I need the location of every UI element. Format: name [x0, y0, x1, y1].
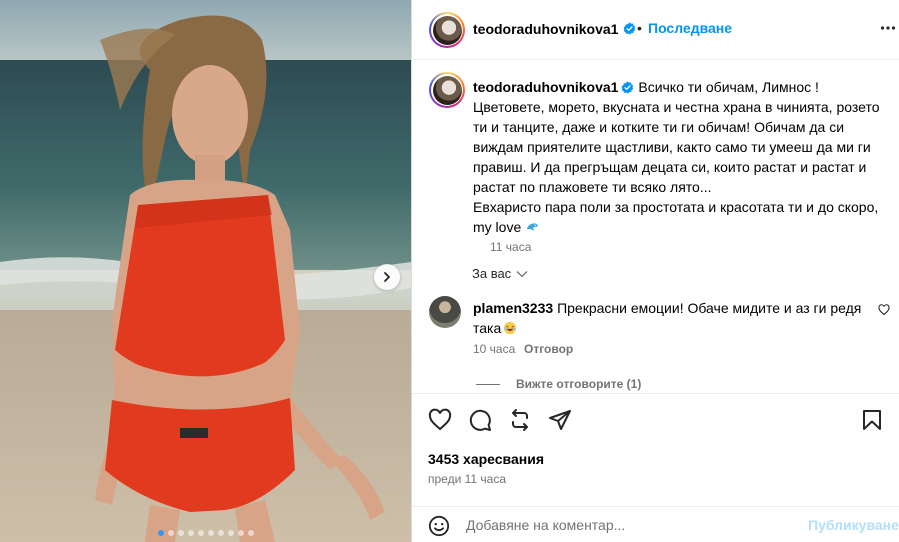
reply-button[interactable]: Отговор — [524, 342, 573, 356]
next-slide-button[interactable] — [374, 264, 400, 290]
replies-line — [476, 383, 500, 385]
beach-photo-image — [0, 0, 411, 542]
author-avatar[interactable] — [429, 12, 465, 48]
follow-button[interactable]: Последване — [648, 20, 732, 36]
share-send-icon[interactable] — [548, 408, 572, 432]
carousel-dot — [157, 530, 164, 536]
post-timestamp[interactable]: преди 11 часа — [428, 472, 506, 486]
instagram-post: teodoraduhovnikova1 • Последване teodora… — [0, 0, 899, 542]
carousel-dot — [177, 530, 184, 536]
carousel-dot — [197, 530, 204, 536]
verified-badge-icon — [622, 81, 634, 94]
laughing-emoji-icon — [504, 321, 517, 335]
post-photo[interactable] — [0, 0, 411, 542]
caption-body: teodoraduhovnikova1 Всичко ти обичам, Ли… — [473, 77, 889, 237]
commenter-avatar[interactable] — [429, 296, 461, 328]
like-comment-heart-icon[interactable] — [878, 304, 890, 316]
save-bookmark-icon[interactable] — [860, 408, 884, 432]
comment-timestamp[interactable]: 10 часа — [473, 342, 515, 356]
post-comment-button[interactable]: Публикуване — [808, 517, 899, 533]
caption-author-avatar[interactable] — [429, 72, 465, 108]
comments-area[interactable]: teodoraduhovnikova1 Всичко ти обичам, Ли… — [412, 61, 899, 393]
for-you-filter[interactable]: За вас — [472, 266, 528, 281]
carousel-dot — [167, 530, 174, 536]
likes-count[interactable]: 3453 харесвания — [428, 451, 544, 467]
post-header: teodoraduhovnikova1 • Последване — [412, 0, 899, 60]
verified-badge-icon — [623, 22, 636, 35]
add-comment-bar: Публикуване — [412, 506, 899, 542]
more-options-icon[interactable] — [880, 20, 896, 36]
carousel-dots — [0, 530, 411, 536]
carousel-dot — [237, 530, 244, 536]
view-replies-button[interactable]: Вижте отговорите (1) — [476, 377, 641, 391]
carousel-dot — [247, 530, 254, 536]
caption-text: Всичко ти обичам, Лимнос ! Цветовете, мо… — [473, 79, 880, 235]
carousel-dot — [217, 530, 224, 536]
caption-timestamp[interactable]: 11 часа — [490, 240, 531, 254]
caption-username[interactable]: teodoraduhovnikova1 — [473, 79, 618, 95]
dolphin-emoji-icon — [526, 223, 538, 231]
comment-input[interactable] — [466, 517, 786, 533]
carousel-dot — [187, 530, 194, 536]
commenter-username[interactable]: plamen3233 — [473, 300, 553, 316]
emoji-smiley-icon[interactable] — [428, 515, 450, 537]
carousel-dot — [227, 530, 234, 536]
carousel-dot — [207, 530, 214, 536]
chevron-down-icon — [516, 270, 528, 277]
chevron-right-icon — [384, 272, 390, 282]
separator-dot: • — [637, 20, 642, 36]
repost-icon[interactable] — [508, 408, 532, 432]
post-side-panel: teodoraduhovnikova1 • Последване teodora… — [411, 0, 899, 542]
for-you-label: За вас — [472, 266, 512, 281]
view-replies-label: Вижте отговорите (1) — [516, 377, 642, 391]
author-username[interactable]: teodoraduhovnikova1 — [473, 21, 618, 37]
comment-body: plamen3233 Прекрасни емоции! Обаче мидит… — [473, 298, 863, 338]
like-heart-icon[interactable] — [428, 408, 452, 432]
comment-bubble-icon[interactable] — [468, 408, 492, 432]
post-actions — [412, 393, 899, 451]
